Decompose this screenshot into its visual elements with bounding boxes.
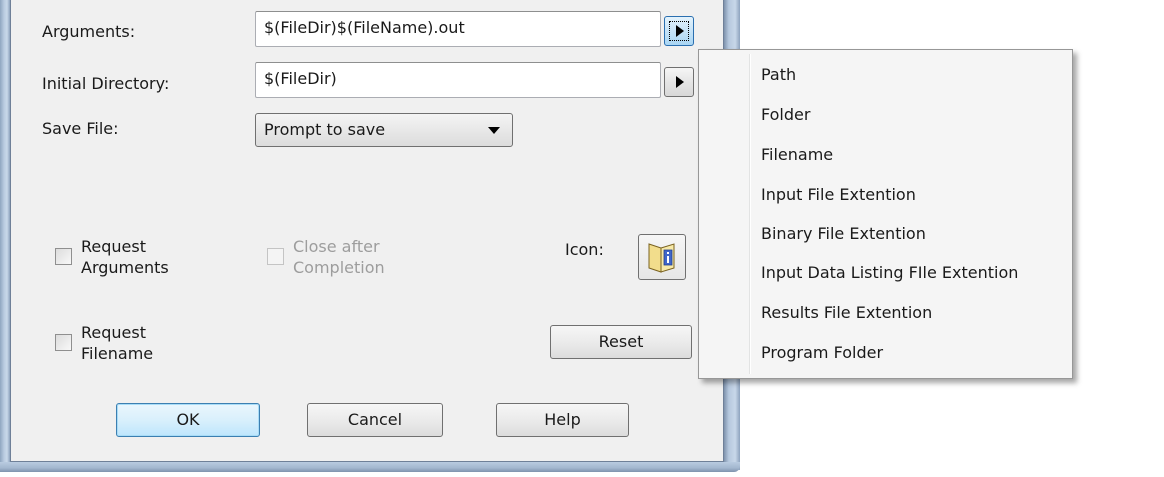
info-book-icon <box>648 243 675 273</box>
cancel-button[interactable]: Cancel <box>307 403 443 437</box>
save-file-selected-value: Prompt to save <box>264 120 386 139</box>
request-filename-checkbox[interactable] <box>55 334 72 351</box>
menu-item-program-folder[interactable]: Program Folder <box>761 335 883 371</box>
chevron-down-icon <box>488 127 500 134</box>
menu-icon-gutter <box>749 54 751 374</box>
arrow-right-icon <box>676 76 684 88</box>
window-frame-bottom <box>0 462 740 472</box>
reset-button[interactable]: Reset <box>550 325 692 359</box>
menu-item-input-data-listing-file-extension[interactable]: Input Data Listing FIle Extention <box>761 255 1018 291</box>
menu-item-input-file-extension[interactable]: Input File Extention <box>761 177 916 213</box>
window-frame-left <box>0 0 10 470</box>
tool-icon-button[interactable] <box>638 234 686 280</box>
menu-item-path[interactable]: Path <box>761 57 796 93</box>
macro-context-menu: Path Folder Filename Input File Extentio… <box>698 49 1073 379</box>
request-arguments-checkbox[interactable] <box>55 248 72 265</box>
menu-item-folder[interactable]: Folder <box>761 97 810 133</box>
close-after-completion-label: Close after Completion <box>293 237 385 277</box>
menu-item-binary-file-extension[interactable]: Binary File Extention <box>761 216 926 252</box>
icon-label: Icon: <box>565 240 604 259</box>
arguments-input[interactable]: $(FileDir)$(FileName).out <box>255 11 661 47</box>
save-file-label: Save File: <box>42 119 119 138</box>
request-filename-label[interactable]: Request Filename <box>81 322 153 364</box>
initial-directory-input[interactable]: $(FileDir) <box>255 62 661 98</box>
menu-item-results-file-extension[interactable]: Results File Extention <box>761 295 932 331</box>
initial-directory-insert-macro-button[interactable] <box>664 67 694 97</box>
menu-item-filename[interactable]: Filename <box>761 137 833 173</box>
ok-button[interactable]: OK <box>116 403 260 437</box>
request-arguments-label[interactable]: Request Arguments <box>81 236 169 278</box>
external-tool-dialog: Arguments: $(FileDir)$(FileName).out Ini… <box>10 0 724 462</box>
save-file-select[interactable]: Prompt to save <box>255 113 513 147</box>
arrow-right-icon <box>676 25 684 37</box>
initial-directory-label: Initial Directory: <box>42 74 170 93</box>
arguments-label: Arguments: <box>42 22 136 41</box>
arguments-insert-macro-button[interactable] <box>664 16 694 46</box>
close-after-completion-checkbox <box>267 248 284 265</box>
help-button[interactable]: Help <box>496 403 629 437</box>
